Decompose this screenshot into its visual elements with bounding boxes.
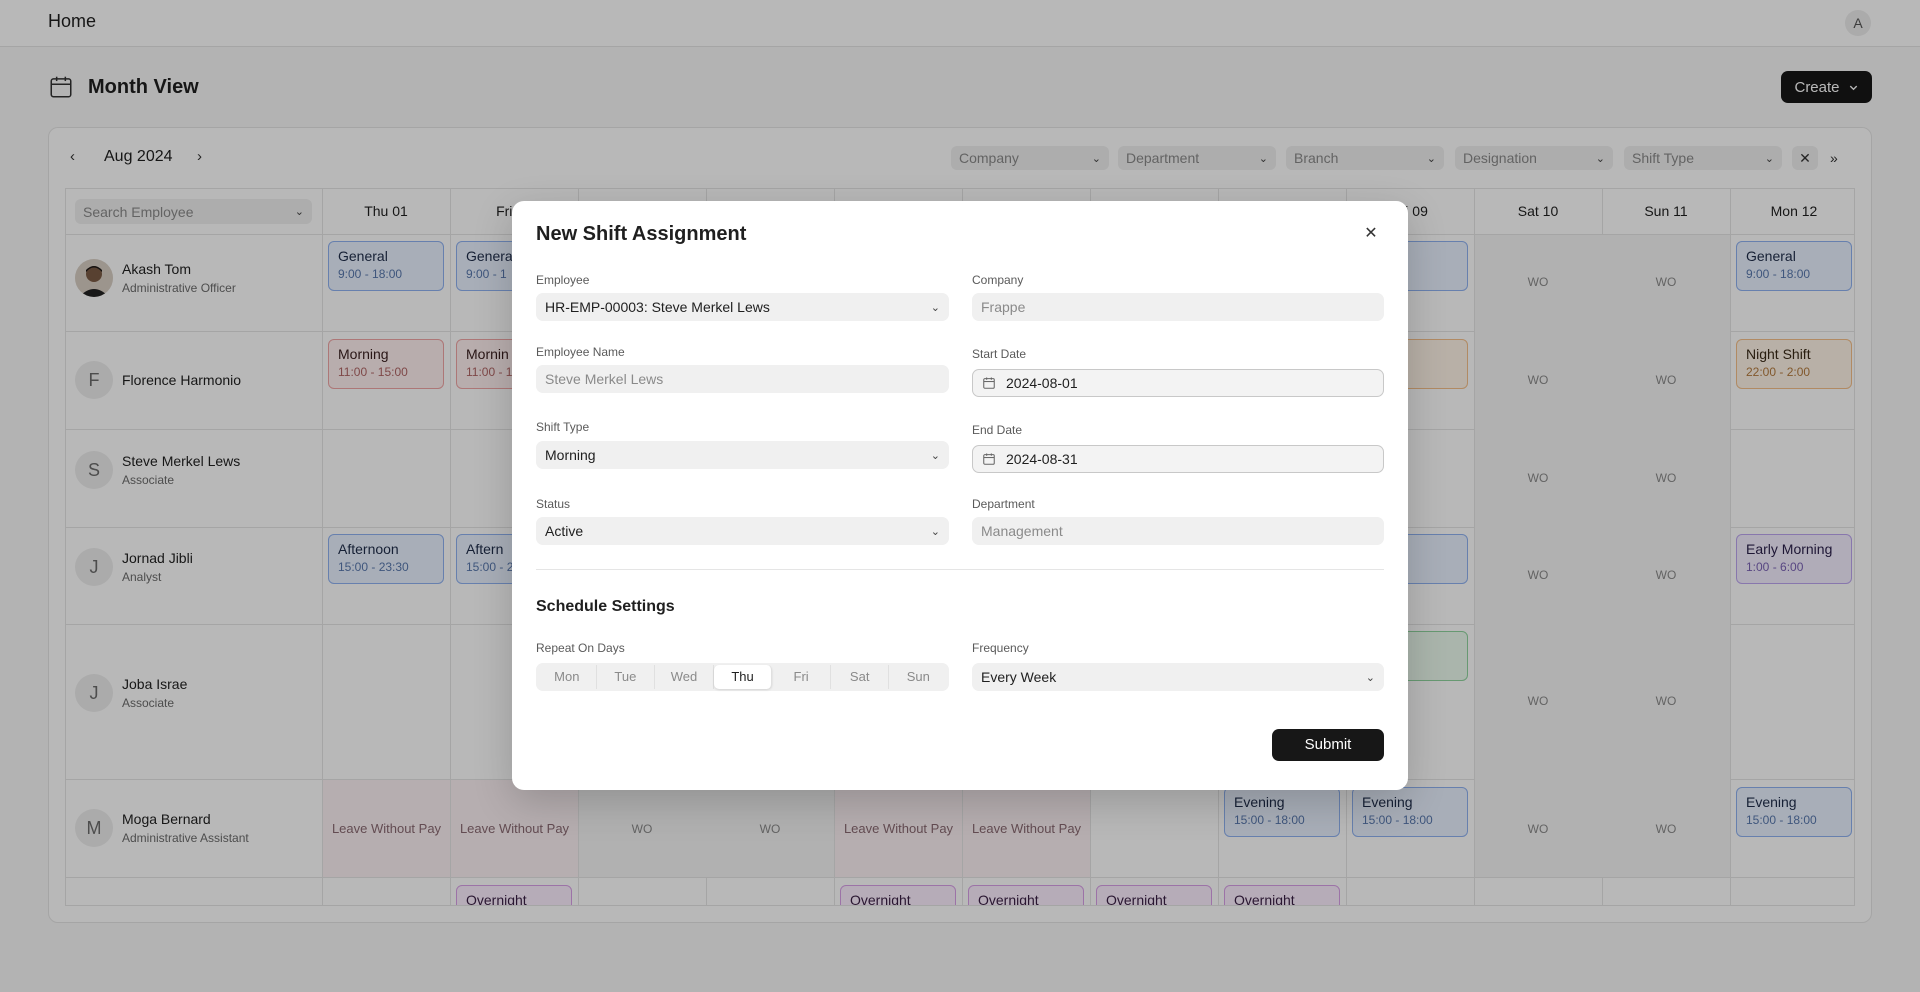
start-date-label: Start Date — [972, 347, 1027, 361]
submit-button[interactable]: Submit — [1272, 729, 1384, 761]
status-label: Status — [536, 497, 571, 511]
section-divider — [536, 569, 1384, 570]
weekday-tue[interactable]: Tue — [597, 665, 656, 689]
end-date-value: 2024-08-31 — [1006, 451, 1078, 467]
weekday-thu[interactable]: Thu — [713, 665, 773, 689]
department-value: Management — [981, 523, 1063, 539]
employee-label: Employee — [536, 273, 590, 287]
weekday-mon[interactable]: Mon — [538, 665, 597, 689]
close-icon[interactable]: ✕ — [1362, 225, 1380, 243]
frequency-label: Frequency — [972, 641, 1029, 655]
chevron-down-icon: ⌄ — [930, 525, 940, 538]
shift-type-select[interactable]: Morning ⌄ — [536, 441, 949, 469]
employee-name-value: Steve Merkel Lews — [545, 371, 664, 387]
frequency-select[interactable]: Every Week ⌄ — [972, 663, 1384, 691]
weekday-wed[interactable]: Wed — [655, 665, 714, 689]
employee-name-label: Employee Name — [536, 345, 625, 359]
employee-value: HR-EMP-00003: Steve Merkel Lews — [545, 299, 770, 315]
chevron-down-icon: ⌄ — [1365, 671, 1375, 684]
repeat-on-days-label: Repeat On Days — [536, 641, 625, 655]
department-field: Management — [972, 517, 1384, 545]
employee-select[interactable]: HR-EMP-00003: Steve Merkel Lews ⌄ — [536, 293, 949, 321]
employee-name-field: Steve Merkel Lews — [536, 365, 949, 393]
dialog-title: New Shift Assignment — [536, 223, 747, 245]
new-shift-assignment-dialog: New Shift Assignment ✕ Employee HR-EMP-0… — [512, 201, 1408, 790]
end-date-label: End Date — [972, 423, 1023, 437]
calendar-icon — [983, 453, 995, 465]
start-date-input[interactable]: 2024-08-01 — [972, 369, 1384, 397]
company-value: Frappe — [981, 299, 1026, 315]
weekday-sun[interactable]: Sun — [889, 665, 947, 689]
department-label: Department — [972, 497, 1035, 511]
status-value: Active — [545, 523, 584, 539]
shift-type-value: Morning — [545, 447, 596, 463]
status-select[interactable]: Active ⌄ — [536, 517, 949, 545]
chevron-down-icon: ⌄ — [930, 301, 940, 314]
weekday-sat[interactable]: Sat — [831, 665, 890, 689]
repeat-days-selector: Mon Tue Wed Thu Fri Sat Sun — [536, 663, 949, 691]
weekday-fri[interactable]: Fri — [772, 665, 831, 689]
frequency-value: Every Week — [981, 669, 1057, 685]
calendar-icon — [983, 377, 995, 389]
schedule-settings-title: Schedule Settings — [536, 598, 675, 615]
chevron-down-icon: ⌄ — [930, 449, 940, 462]
company-label: Company — [972, 273, 1024, 287]
start-date-value: 2024-08-01 — [1006, 375, 1078, 391]
company-field: Frappe — [972, 293, 1384, 321]
end-date-input[interactable]: 2024-08-31 — [972, 445, 1384, 473]
shift-type-label: Shift Type — [536, 420, 590, 434]
